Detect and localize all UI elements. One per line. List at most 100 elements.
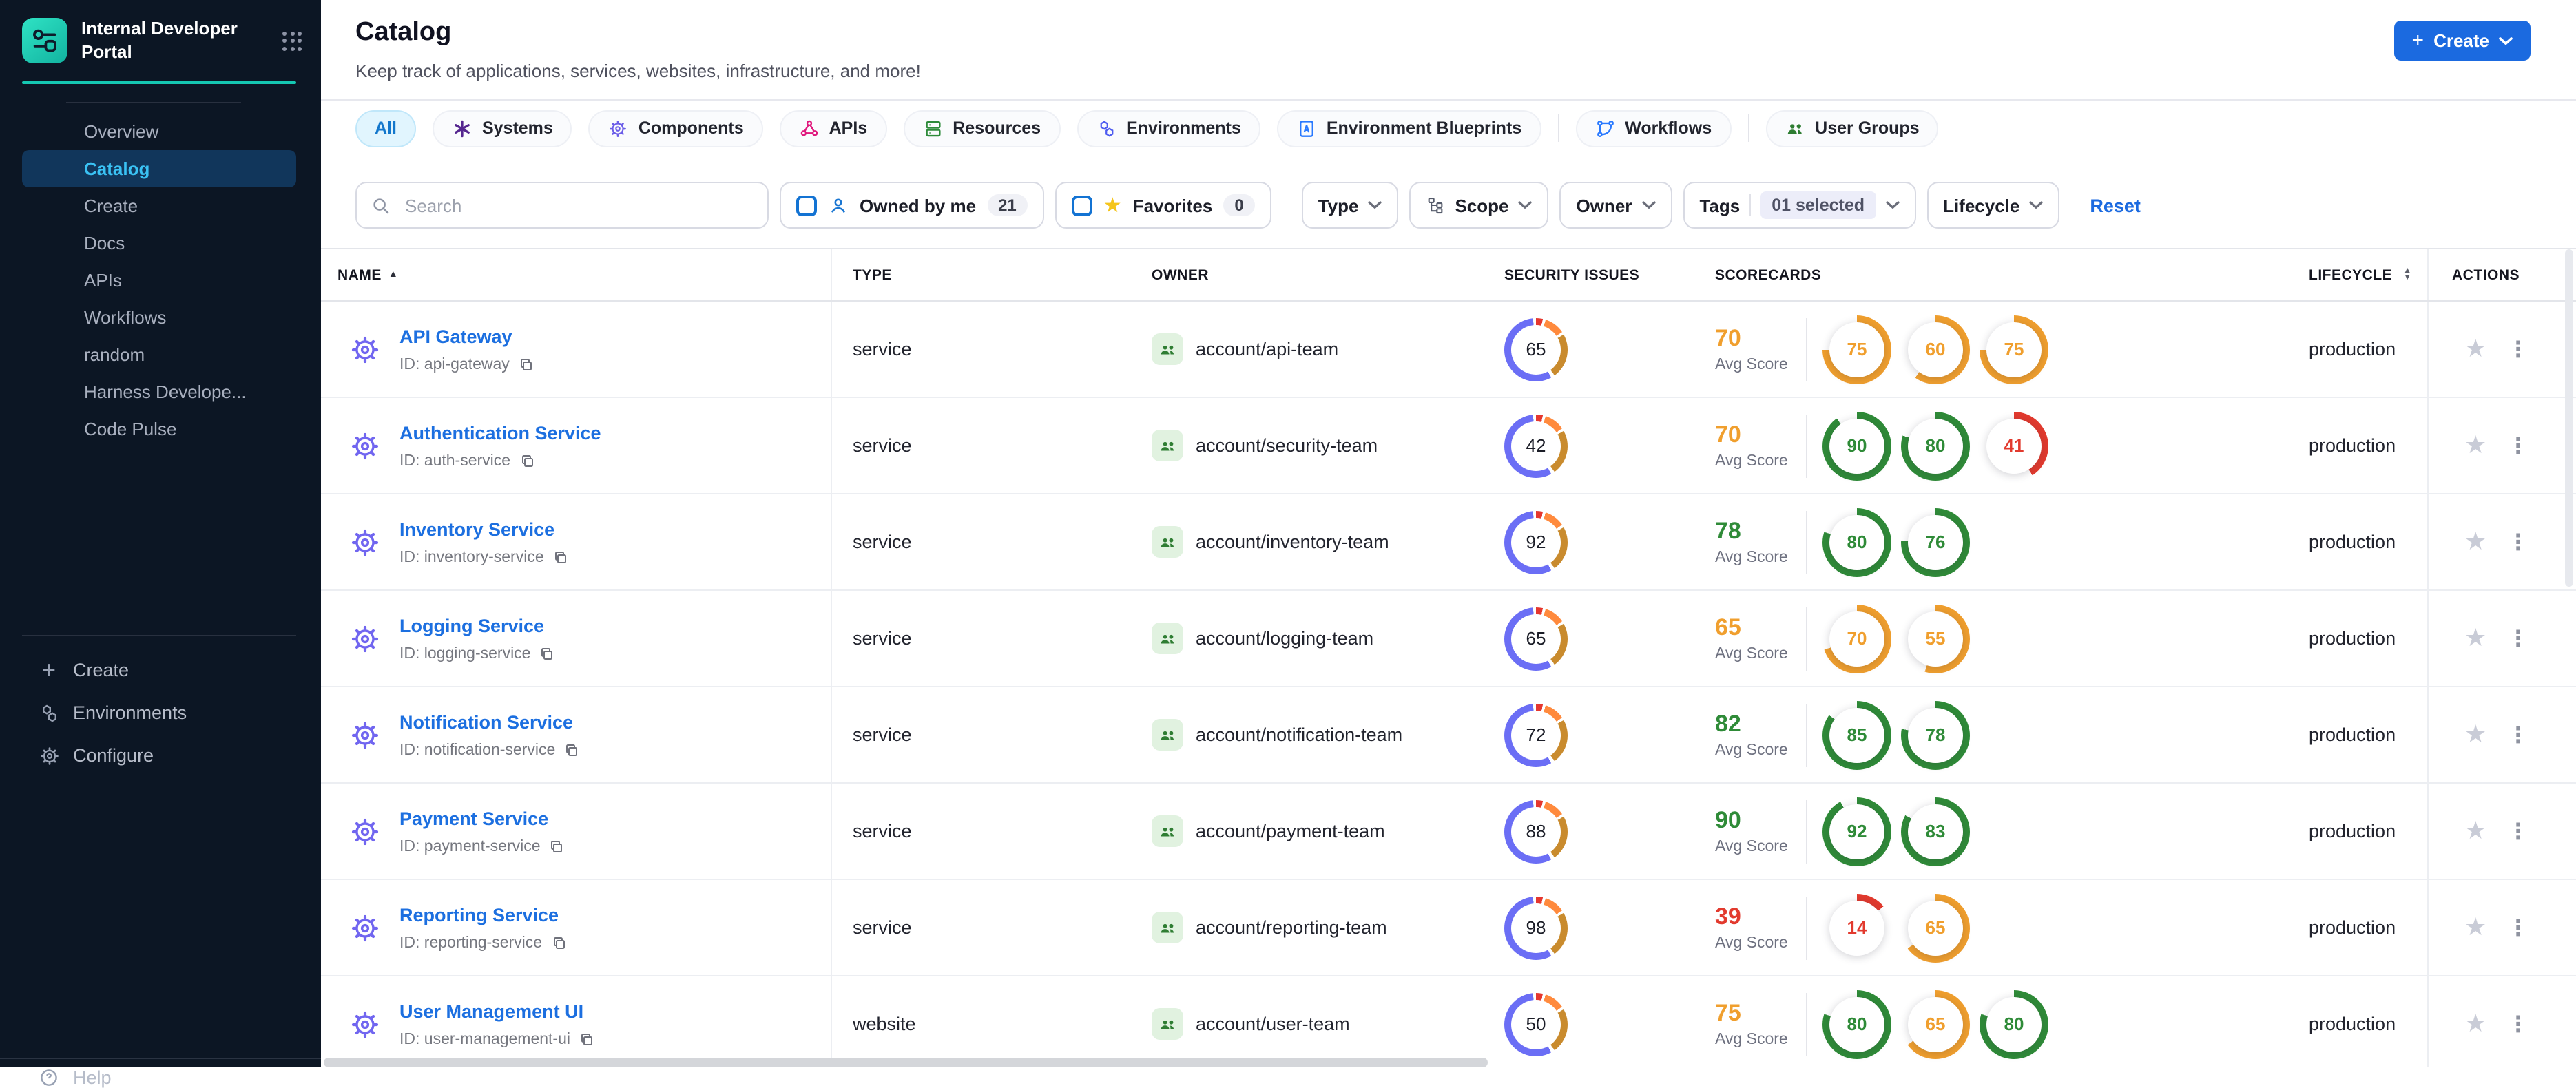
security-issues-value: 98 — [1526, 917, 1546, 938]
row-menu-icon[interactable]: ⋮ — [2507, 914, 2529, 941]
chevron-down-icon — [1518, 201, 1533, 209]
copy-icon[interactable] — [563, 742, 580, 759]
sidebar-item-apis[interactable]: APIs — [22, 262, 296, 300]
reset-filters-link[interactable]: Reset — [2090, 195, 2141, 216]
row-menu-icon[interactable]: ⋮ — [2507, 721, 2529, 749]
plus-icon: + — [42, 656, 56, 682]
copy-icon[interactable] — [550, 935, 567, 952]
copy-icon[interactable] — [518, 357, 534, 373]
entity-name-link[interactable]: User Management UI — [399, 1001, 583, 1022]
row-menu-icon[interactable]: ⋮ — [2507, 335, 2529, 363]
sidebar-item-overview[interactable]: Overview — [22, 114, 296, 151]
entity-name-link[interactable]: Logging Service — [399, 616, 544, 636]
type-dropdown-label: Type — [1318, 195, 1359, 216]
tab-workflows[interactable]: Workflows — [1575, 109, 1732, 147]
security-issues-value: 50 — [1526, 1014, 1546, 1034]
favorite-star-icon[interactable]: ★ — [2464, 624, 2486, 653]
copy-icon[interactable] — [579, 1032, 595, 1048]
tab-environments[interactable]: Environments — [1077, 109, 1260, 147]
row-menu-icon[interactable]: ⋮ — [2507, 625, 2529, 652]
table-row[interactable]: Authentication Service ID: auth-service … — [321, 398, 2576, 494]
sidebar-item-create[interactable]: + Create — [0, 649, 321, 691]
scorecard-ring: 75 — [1822, 315, 1891, 384]
favorite-star-icon[interactable]: ★ — [2464, 1009, 2486, 1038]
app-switcher-icon[interactable] — [282, 31, 302, 51]
favorite-star-icon[interactable]: ★ — [2464, 335, 2486, 364]
brand-block[interactable]: Internal Developer Portal — [0, 0, 321, 79]
table-row[interactable]: Payment Service ID: payment-service serv… — [321, 784, 2576, 880]
horizontal-scrollbar-thumb[interactable] — [324, 1058, 1488, 1067]
favorite-star-icon[interactable]: ★ — [2464, 720, 2486, 749]
tab-environment-blueprints[interactable]: Environment Blueprints — [1276, 109, 1541, 147]
type-dropdown[interactable]: Type — [1301, 182, 1399, 229]
entity-name-link[interactable]: Reporting Service — [399, 905, 559, 925]
copy-icon[interactable] — [552, 550, 569, 566]
sidebar-item-docs[interactable]: Docs — [22, 225, 296, 262]
security-issues-donut: 72 — [1504, 703, 1568, 766]
column-header-lifecycle[interactable]: LIFECYCLE ▲ ▼ — [2277, 249, 2427, 300]
search-box[interactable] — [355, 182, 769, 229]
tab-components[interactable]: Components — [588, 109, 763, 147]
entity-name-link[interactable]: API Gateway — [399, 326, 512, 347]
tab-apis[interactable]: APIs — [779, 109, 887, 147]
scorecard-divider — [1806, 607, 1807, 670]
column-header-name[interactable]: NAME ▲ — [321, 249, 832, 300]
tab-all[interactable]: All — [355, 109, 416, 147]
create-button[interactable]: + Create — [2393, 21, 2531, 61]
favorites-checkbox[interactable] — [1071, 195, 1092, 216]
entity-kind-tabs: All Systems Components APIs Resources Environ… — [321, 101, 2576, 156]
apis-icon — [799, 118, 820, 138]
table-row[interactable]: Notification Service ID: notification-se… — [321, 687, 2576, 784]
table-row[interactable]: API Gateway ID: api-gateway service acco… — [321, 302, 2576, 398]
tags-dropdown[interactable]: Tags 01 selected — [1683, 182, 1916, 229]
column-header-scorecards: SCORECARDS — [1715, 266, 1822, 283]
entity-name-link[interactable]: Authentication Service — [399, 423, 601, 443]
sidebar-item-workflows[interactable]: Workflows — [22, 300, 296, 337]
scorecard-divider — [1806, 703, 1807, 766]
entity-name-link[interactable]: Inventory Service — [399, 519, 554, 540]
sidebar-item-harness-develope-[interactable]: Harness Develope... — [22, 374, 296, 411]
copy-icon[interactable] — [519, 453, 535, 470]
row-menu-icon[interactable]: ⋮ — [2507, 528, 2529, 556]
favorites-label: Favorites — [1132, 195, 1213, 216]
table-row[interactable]: Logging Service ID: logging-service serv… — [321, 591, 2576, 687]
owned-by-me-filter[interactable]: Owned by me 21 — [780, 182, 1044, 229]
tab-systems[interactable]: Systems — [432, 109, 572, 147]
entity-type: service — [853, 532, 912, 552]
sidebar-item-configure[interactable]: Configure — [0, 734, 321, 777]
lifecycle-dropdown[interactable]: Lifecycle — [1926, 182, 2060, 229]
copy-icon[interactable] — [539, 646, 555, 662]
row-menu-icon[interactable]: ⋮ — [2507, 432, 2529, 459]
tab-resources[interactable]: Resources — [903, 109, 1061, 147]
tab-user-groups[interactable]: User Groups — [1765, 109, 1939, 147]
entity-name-link[interactable]: Payment Service — [399, 808, 548, 829]
table-row[interactable]: Reporting Service ID: reporting-service … — [321, 880, 2576, 976]
hexagons-icon — [37, 702, 61, 724]
scope-dropdown[interactable]: Scope — [1409, 182, 1549, 229]
sidebar-item-help[interactable]: Help — [0, 1067, 321, 1088]
help-label: Help — [73, 1067, 112, 1088]
table-row[interactable]: Inventory Service ID: inventory-service … — [321, 494, 2576, 591]
owner-dropdown[interactable]: Owner — [1559, 182, 1672, 229]
favorite-star-icon[interactable]: ★ — [2464, 817, 2486, 846]
column-header-security: SECURITY ISSUES — [1504, 266, 1640, 283]
search-input[interactable] — [402, 193, 754, 217]
vertical-scrollbar-thumb[interactable] — [2565, 249, 2573, 587]
row-menu-icon[interactable]: ⋮ — [2507, 817, 2529, 845]
sidebar-item-code-pulse[interactable]: Code Pulse — [22, 411, 296, 448]
favorite-star-icon[interactable]: ★ — [2464, 913, 2486, 942]
sidebar-item-random[interactable]: random — [22, 337, 296, 374]
filters-bar: Owned by me 21 ★ Favorites 0 Type Scope — [321, 182, 2576, 229]
row-menu-icon[interactable]: ⋮ — [2507, 1010, 2529, 1038]
sidebar-item-catalog[interactable]: Catalog — [22, 150, 296, 188]
sidebar-item-environments[interactable]: Environments — [0, 691, 321, 734]
favorite-star-icon[interactable]: ★ — [2464, 431, 2486, 460]
favorites-filter[interactable]: ★ Favorites 0 — [1055, 182, 1271, 229]
entity-name-link[interactable]: Notification Service — [399, 712, 573, 733]
table-row[interactable]: User Management UI ID: user-management-u… — [321, 976, 2576, 1067]
sidebar-item-create[interactable]: Create — [22, 188, 296, 225]
favorite-star-icon[interactable]: ★ — [2464, 527, 2486, 556]
entity-gear-icon — [349, 1007, 382, 1040]
copy-icon[interactable] — [549, 839, 565, 855]
owned-by-me-checkbox[interactable] — [796, 195, 817, 216]
